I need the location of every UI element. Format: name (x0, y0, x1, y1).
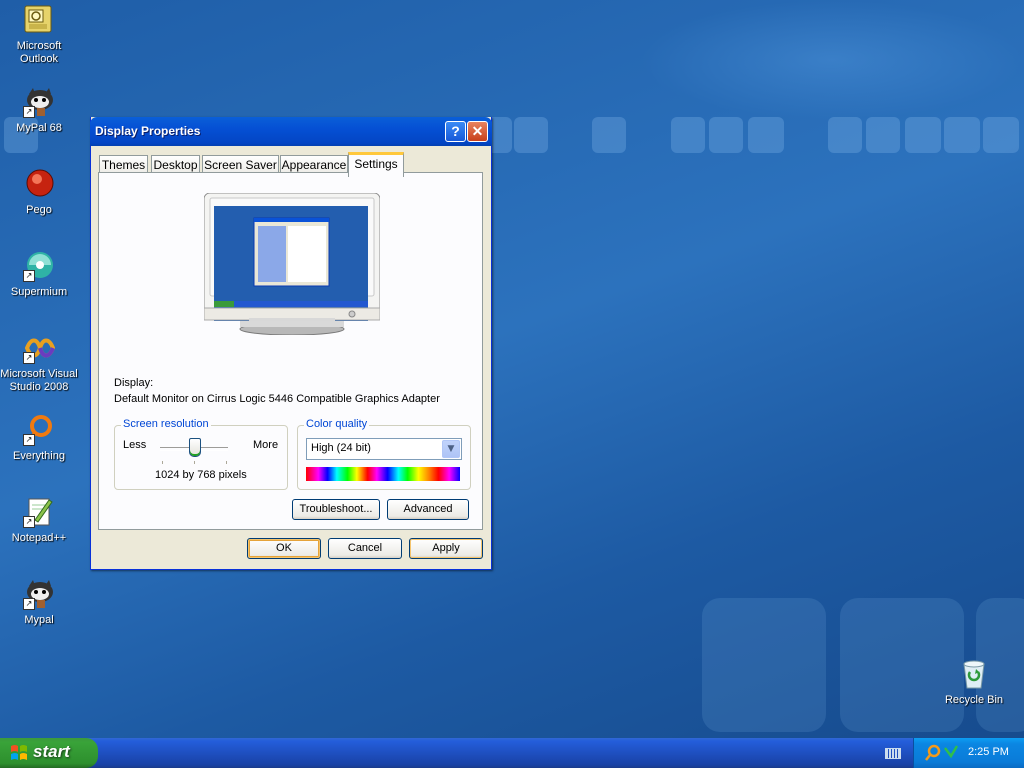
desktop-icon-notepadpp[interactable]: ↗ Notepad++ (0, 496, 78, 545)
desktop-icon-label: Microsoft Outlook (16, 40, 62, 65)
desktop-icon-label: Everything (13, 450, 65, 462)
tab-settings[interactable]: Settings (348, 152, 404, 177)
taskbar: start 2:25 PM (0, 738, 1024, 768)
settings-panel: Display: Default Monitor on Cirrus Logic… (98, 172, 483, 530)
desktop-icon-mypal-68[interactable]: ↗ MyPal 68 (0, 86, 78, 135)
screen-resolution-group: Screen resolution Less More 1024 by 768 … (114, 418, 288, 490)
display-label: Display: (114, 377, 154, 389)
resolution-value: 1024 by 768 pixels (155, 469, 247, 481)
slider-less-label: Less (123, 439, 147, 451)
desktop-icon-pego[interactable]: Pego (0, 168, 78, 217)
advanced-button[interactable]: Advanced (387, 499, 469, 520)
mypal-icon: ↗ (23, 86, 55, 118)
clock[interactable]: 2:25 PM (968, 746, 1009, 758)
slider-tick (226, 461, 227, 464)
display-properties-window: Display Properties ? ✕ Themes Desktop Sc… (90, 117, 492, 570)
desktop-icon-label: Recycle Bin (944, 694, 1004, 706)
ok-button[interactable]: OK (247, 538, 321, 559)
help-icon: ? (451, 123, 460, 139)
help-button[interactable]: ? (445, 121, 466, 142)
recycle-bin-icon (958, 658, 990, 690)
desktop-icon-label: MyPal 68 (16, 122, 62, 134)
desktop-icon-label: Pego (26, 204, 52, 216)
windows-logo-icon (11, 745, 27, 760)
close-button[interactable]: ✕ (467, 121, 488, 142)
desktop-icon-mypal[interactable]: ↗ Mypal (0, 578, 78, 627)
desktop-icon-label: Supermium (10, 286, 68, 298)
mypal-icon: ↗ (23, 578, 55, 610)
monitor-preview (203, 192, 381, 336)
screen-resolution-label: Screen resolution (121, 418, 211, 430)
desktop-icon-recycle-bin[interactable]: Recycle Bin (935, 658, 1013, 707)
supermium-icon: ↗ (23, 250, 55, 282)
search-icon[interactable] (924, 744, 942, 762)
color-spectrum-bar (306, 467, 460, 481)
desktop-icon-label: Microsoft Visual Studio 2008 (0, 368, 78, 393)
color-quality-value: High (24 bit) (311, 442, 371, 454)
slider-tick (194, 461, 195, 464)
visual-studio-icon: ↗ (23, 332, 56, 364)
desktop-wallpaper-block (702, 598, 826, 732)
outlook-icon (23, 4, 55, 36)
troubleshoot-button[interactable]: Troubleshoot... (292, 499, 380, 520)
apply-button[interactable]: Apply (409, 538, 483, 559)
desktop-icon-label: Notepad++ (11, 532, 67, 544)
slider-more-label: More (253, 439, 279, 451)
notepadpp-icon: ↗ (23, 496, 55, 528)
system-tray: 2:25 PM (913, 738, 1024, 768)
color-quality-label: Color quality (304, 418, 370, 430)
desktop-icon-visual-studio[interactable]: ↗ Microsoft Visual Studio 2008 (0, 332, 78, 394)
start-label: start (33, 742, 70, 761)
cancel-button[interactable]: Cancel (328, 538, 402, 559)
chevron-down-icon[interactable]: ▼ (442, 440, 460, 458)
display-device: Default Monitor on Cirrus Logic 5446 Com… (114, 393, 440, 405)
window-title: Display Properties (95, 124, 201, 138)
title-bar[interactable]: Display Properties ? ✕ (90, 117, 492, 146)
desktop-icon-label: Mypal (24, 614, 54, 626)
desktop-icon-supermium[interactable]: ↗ Supermium (0, 250, 78, 299)
pego-icon (23, 168, 55, 200)
everything-icon: ↗ (23, 414, 55, 446)
desktop-icon-everything[interactable]: ↗ Everything (0, 414, 78, 463)
keyboard-icon[interactable] (885, 748, 901, 759)
color-quality-group: Color quality High (24 bit) ▼ (297, 418, 471, 490)
close-icon: ✕ (471, 123, 484, 139)
start-button[interactable]: start (0, 738, 98, 768)
slider-tick (162, 461, 163, 464)
desktop-icon-outlook[interactable]: Microsoft Outlook (0, 4, 78, 66)
color-quality-select[interactable]: High (24 bit) ▼ (306, 438, 462, 460)
resolution-slider-thumb[interactable] (189, 438, 201, 457)
update-icon[interactable] (943, 744, 959, 762)
desktop-glow (640, 0, 1024, 120)
